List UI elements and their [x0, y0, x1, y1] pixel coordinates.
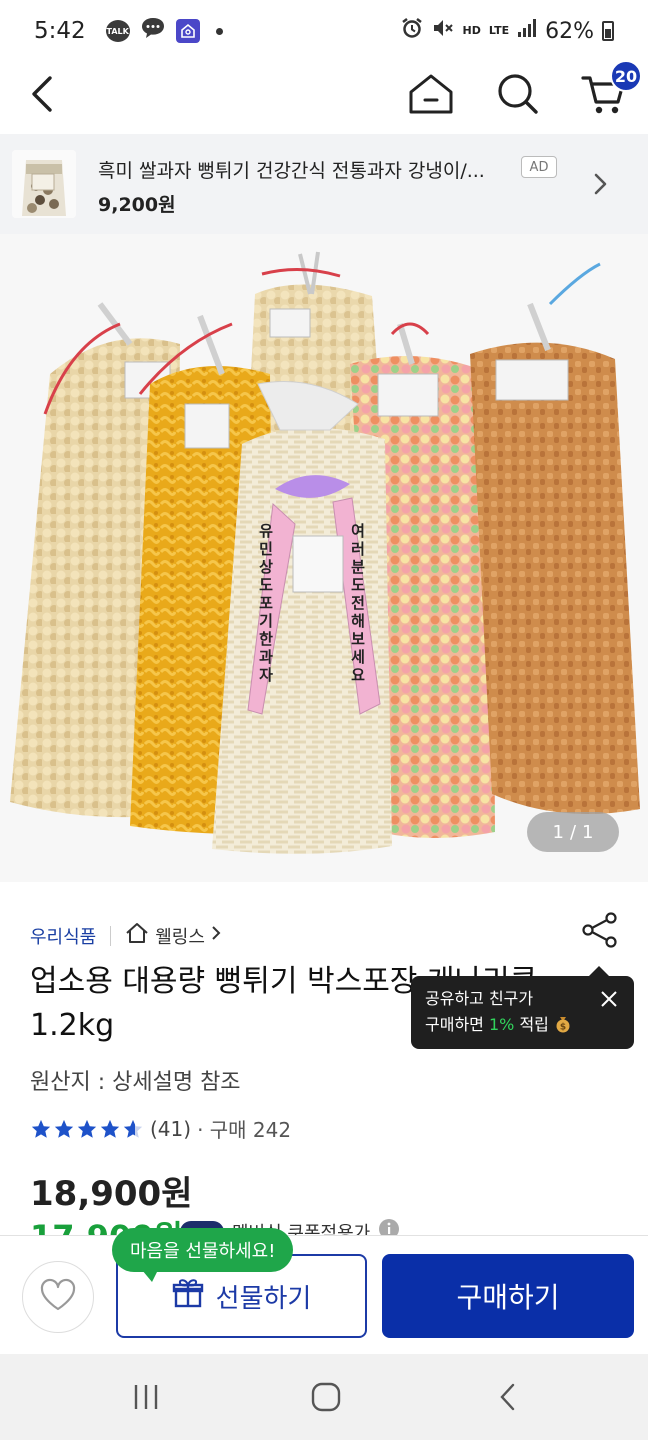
share-reward-tooltip: 공유하고 친구가 구매하면 1% 적립 $ — [411, 966, 634, 1049]
divider — [110, 925, 112, 946]
image-counter-separator: / — [569, 821, 577, 843]
message-icon — [140, 16, 166, 46]
gift-button-label: 선물하기 — [215, 1283, 312, 1314]
heart-icon — [39, 1278, 77, 1316]
cart-count-badge: 20 — [610, 60, 642, 92]
status-time: 5:42 — [34, 18, 86, 44]
purchase-count: · 구매 242 — [197, 1118, 292, 1142]
price-original: 18,900원 — [30, 1174, 193, 1214]
rating-row[interactable]: (41) · 구매 242 — [30, 1114, 291, 1143]
mute-icon — [431, 17, 455, 45]
money-bag-icon: $ — [554, 1015, 572, 1034]
app-bar: 20 — [0, 60, 648, 134]
ad-title: 흑미 쌀과자 뻥튀기 건강간식 전통과자 강냉이/... — [98, 160, 485, 182]
signal-icon — [517, 18, 537, 44]
svg-text:$: $ — [560, 1023, 566, 1033]
chevron-right-icon — [211, 925, 221, 946]
star-icon — [31, 1119, 51, 1138]
app-notification-icon — [175, 19, 200, 43]
origin-text: 원산지 : 상세설명 참조 — [30, 1070, 241, 1095]
ad-price: 9,200원 — [98, 194, 176, 216]
cart-icon[interactable]: 20 — [574, 60, 642, 126]
brand-link[interactable]: 우리식품 — [30, 923, 96, 949]
wishlist-button[interactable] — [22, 1261, 94, 1333]
tooltip-line2-prefix: 구매하면 — [425, 1015, 489, 1034]
ribbon-right-text: 여러분 도전해보세요 — [351, 522, 365, 684]
review-count: (41) — [150, 1116, 192, 1141]
system-navigation-bar — [0, 1354, 648, 1440]
status-bar: 5:42 TALK HD LTE 62% — [0, 0, 648, 62]
star-icon — [77, 1119, 97, 1138]
star-icon — [100, 1119, 120, 1138]
image-counter-total: 1 — [582, 821, 594, 843]
talk-icon: TALK — [105, 20, 130, 42]
recent-apps-icon[interactable] — [126, 1380, 166, 1414]
tooltip-line1: 공유하고 친구가 — [425, 989, 534, 1008]
battery-percent: 62% — [545, 18, 594, 44]
share-icon[interactable] — [580, 910, 620, 950]
image-counter-current: 1 — [552, 821, 564, 843]
store-link[interactable]: 웰링스 — [155, 923, 205, 949]
tooltip-line2: 구매하면 1% 적립 $ — [425, 1012, 620, 1038]
buy-button[interactable]: 구매하기 — [382, 1254, 634, 1338]
search-icon[interactable] — [488, 62, 548, 126]
star-rating — [30, 1118, 144, 1140]
ribbon-left-text: 유민상도 포기한 과자 — [259, 522, 273, 684]
star-half-icon — [123, 1119, 143, 1138]
close-icon[interactable] — [598, 988, 620, 1010]
store-home-icon — [125, 922, 149, 949]
star-icon — [54, 1119, 74, 1138]
image-counter: 1 / 1 — [527, 812, 619, 852]
chevron-right-icon[interactable] — [590, 170, 610, 202]
ad-badge: AD — [521, 156, 557, 178]
product-image-gallery[interactable]: 유민상도 포기한 과자 여러분 도전해보세요 1 / 1 — [0, 234, 648, 882]
bottom-action-bar: 선물하기 구매하기 — [0, 1236, 648, 1354]
home-circle-icon[interactable] — [306, 1380, 346, 1414]
tooltip-reward-percent: 1% — [488, 1015, 515, 1034]
tooltip-line2-suffix: 적립 — [514, 1015, 549, 1034]
home-icon[interactable] — [401, 62, 461, 126]
brand-row: 우리식품 웰링스 — [30, 922, 221, 949]
lte-icon: LTE — [488, 24, 510, 37]
alarm-icon — [401, 17, 423, 45]
gift-promo-bubble: 마음을 선물하세요! — [112, 1228, 294, 1282]
system-back-icon[interactable] — [488, 1380, 528, 1414]
gift-icon — [172, 1277, 204, 1316]
dot-icon — [215, 27, 223, 35]
hd-voice-icon: HD — [462, 24, 481, 37]
product-photo — [0, 234, 648, 882]
ad-thumbnail — [12, 150, 76, 218]
ad-banner[interactable]: 흑미 쌀과자 뻥튀기 건강간식 전통과자 강냉이/... 9,200원 AD — [0, 134, 648, 234]
back-arrow-icon[interactable] — [12, 62, 72, 126]
battery-icon — [602, 21, 614, 41]
